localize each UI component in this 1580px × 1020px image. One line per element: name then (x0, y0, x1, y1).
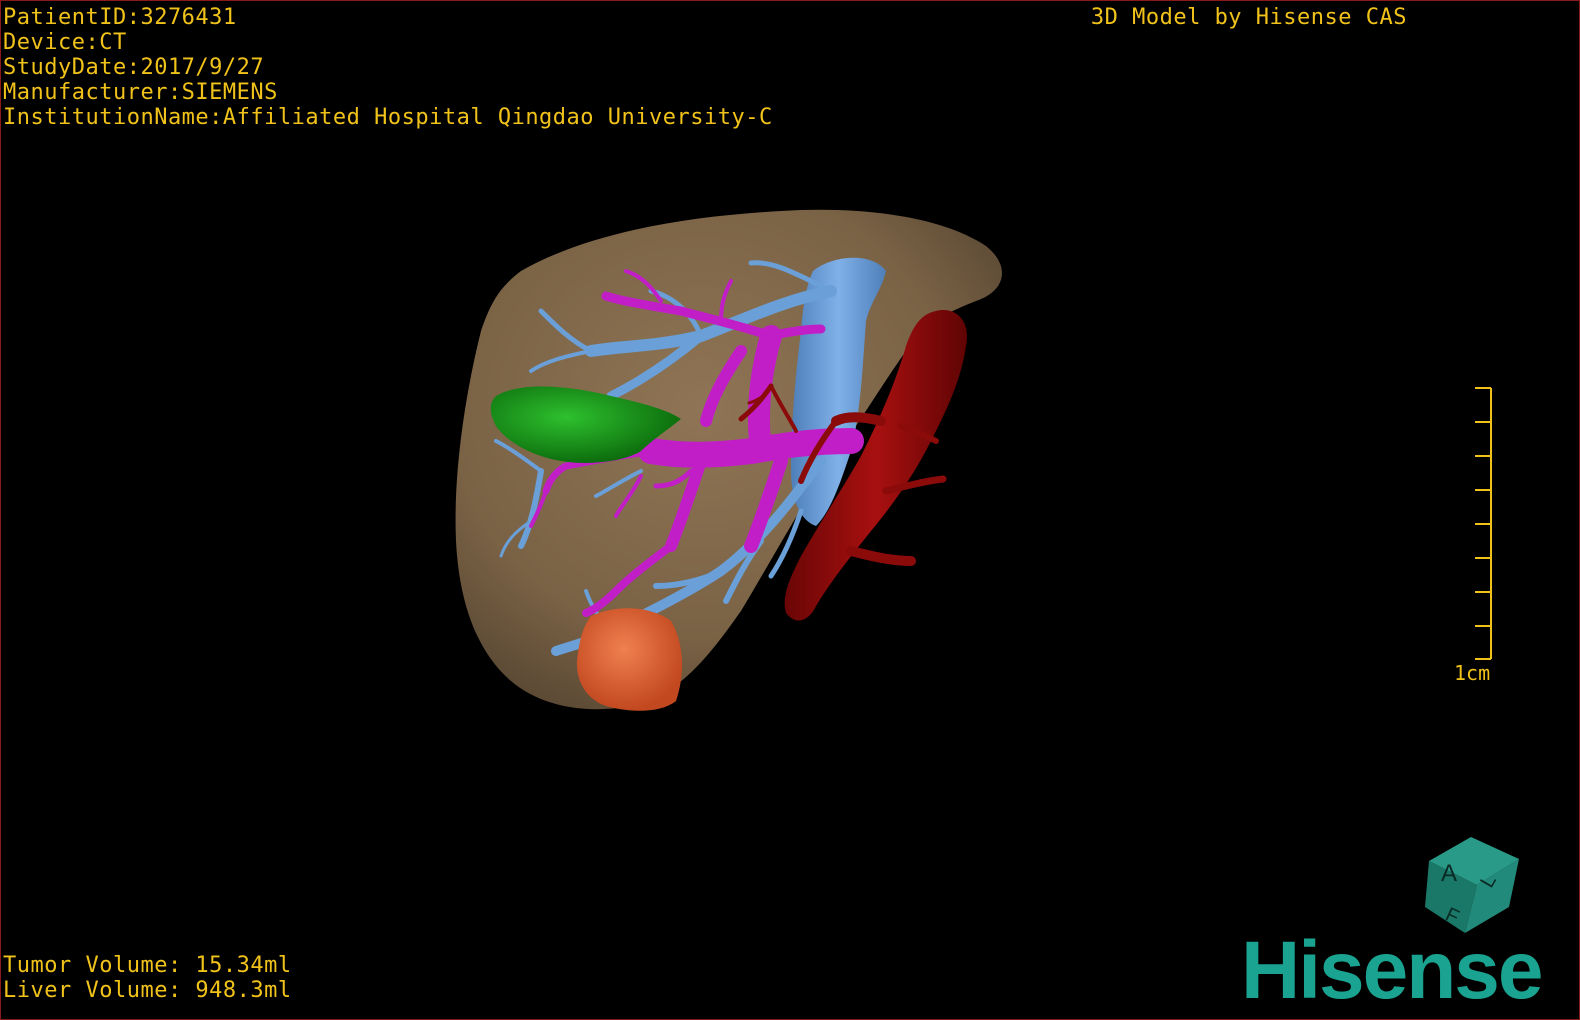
volume-readout: Tumor Volume: 15.34ml Liver Volume: 948.3… (3, 953, 292, 1003)
scale-bar (1475, 387, 1492, 660)
hisense-logo: Hisense (1241, 925, 1544, 1016)
orientation-cube-icon[interactable]: A F L (1425, 837, 1519, 933)
3d-model-viewport[interactable]: A F L (1, 1, 1579, 1019)
brand-title: 3D Model by Hisense CAS (1090, 5, 1407, 30)
liver-volume: Liver Volume: 948.3ml (3, 978, 292, 1003)
cube-face-a: A (1441, 860, 1457, 887)
manufacturer: Manufacturer:SIEMENS (3, 80, 278, 105)
patient-id: PatientID:3276431 (3, 5, 237, 30)
study-metadata: PatientID:3276431 Device:CT StudyDate:2017… (3, 5, 773, 130)
device: Device:CT (3, 30, 127, 55)
study-date: StudyDate:2017/9/27 (3, 55, 265, 80)
institution-name: InstitutionName:Affiliated Hospital Qing… (3, 105, 773, 130)
tumor-model (576, 608, 683, 711)
viewer-frame: A F L PatientID:3276431 Device:CT StudyDat… (0, 0, 1580, 1020)
scale-bar-label: 1cm (1454, 661, 1491, 685)
tumor-volume: Tumor Volume: 15.34ml (3, 953, 292, 978)
